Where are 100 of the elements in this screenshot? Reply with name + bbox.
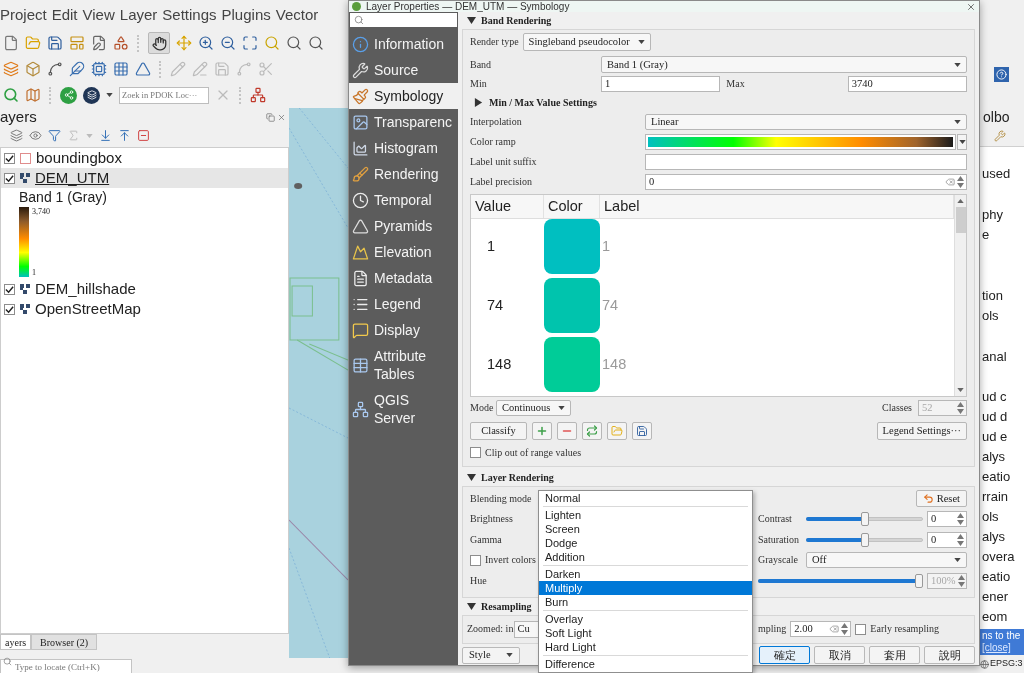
layout-icon[interactable] — [69, 35, 85, 51]
tree-item[interactable]: tion — [980, 286, 1024, 306]
tree-item[interactable]: ud d — [980, 407, 1024, 427]
box-icon[interactable] — [25, 61, 41, 77]
close-icon[interactable] — [966, 1, 976, 12]
menu-item[interactable]: Settings — [162, 3, 217, 27]
new-file-icon[interactable] — [3, 35, 19, 51]
spin-arrows-icon[interactable] — [841, 623, 849, 635]
map-icon[interactable] — [25, 87, 41, 103]
scrollbar-thumb[interactable] — [955, 207, 966, 233]
sidebar-item[interactable]: Temporal — [349, 187, 458, 213]
color-swatch-icon[interactable] — [544, 219, 600, 274]
crs-label[interactable]: EPSG:3 — [990, 657, 1023, 671]
magnifier-icon[interactable] — [308, 35, 324, 51]
menu-item[interactable]: Vector — [275, 3, 319, 27]
sidebar-item[interactable]: Transparenc — [349, 109, 458, 135]
tree-item[interactable]: eom — [980, 607, 1024, 627]
close-icon[interactable] — [277, 112, 286, 122]
list-option[interactable]: Soft Light — [539, 626, 752, 640]
column-header[interactable]: Color — [544, 195, 600, 218]
checkbox[interactable] — [4, 283, 15, 295]
tree-item[interactable]: e — [980, 225, 1024, 245]
remove-class-button[interactable] — [557, 422, 577, 440]
layers-icon[interactable] — [83, 86, 100, 104]
color-swatch-icon[interactable] — [544, 278, 600, 333]
menu-item[interactable]: View — [82, 3, 115, 27]
feather-icon[interactable] — [69, 61, 85, 77]
max-field[interactable]: 3740 — [847, 76, 967, 92]
tree-item[interactable]: rrain — [980, 487, 1024, 507]
checkbox[interactable] — [4, 303, 15, 315]
vertex-line-icon[interactable] — [47, 61, 63, 77]
scroll-up-icon[interactable] — [957, 199, 964, 203]
globe-icon[interactable] — [980, 659, 989, 669]
list-option[interactable]: Difference — [539, 657, 752, 671]
color-swatch-icon[interactable] — [544, 337, 600, 392]
document-pen-icon[interactable] — [91, 35, 107, 51]
tree-item[interactable]: overa — [980, 547, 1024, 567]
disclosure-triangle-icon[interactable] — [474, 97, 483, 107]
list-option[interactable]: Overlay — [539, 612, 752, 626]
repeat-icon[interactable] — [586, 425, 598, 437]
expand-icon[interactable] — [242, 35, 258, 51]
sidebar-item[interactable]: Source — [349, 57, 458, 83]
magnifier-icon[interactable] — [3, 87, 19, 103]
sidebar-item[interactable]: Histogram — [349, 135, 458, 161]
section-title[interactable]: Resampling — [481, 599, 532, 614]
undo-icon[interactable] — [922, 493, 934, 504]
oversampling-spinbox[interactable]: 2.00 — [790, 621, 852, 637]
ramp-menu-button[interactable] — [957, 134, 967, 150]
strength-slider[interactable] — [758, 573, 923, 588]
contrast-slider[interactable] — [806, 512, 923, 526]
style-button[interactable]: Style — [462, 646, 520, 664]
tree-item[interactable]: eatio — [980, 467, 1024, 487]
save-icon[interactable] — [636, 425, 648, 437]
disclosure-triangle-icon[interactable] — [467, 16, 476, 25]
folder-icon[interactable] — [25, 35, 41, 51]
panel-tab[interactable]: Browser (2) — [31, 634, 98, 650]
sidebar-item[interactable]: QGIS Server — [349, 387, 458, 431]
checkbox[interactable] — [4, 152, 15, 164]
disclosure-triangle-icon[interactable] — [467, 473, 476, 482]
spin-arrows-icon[interactable] — [957, 533, 964, 546]
sidebar-item[interactable]: Attribute Tables — [349, 343, 458, 387]
zoom-in-icon[interactable] — [198, 35, 214, 51]
list-option[interactable]: Multiply — [539, 581, 752, 595]
contrast-spinbox[interactable]: 0 — [927, 511, 967, 527]
wrench-icon[interactable] — [994, 130, 1006, 142]
layer-row[interactable]: DEM_hillshade — [1, 279, 288, 299]
checkbox[interactable] — [855, 623, 867, 635]
dialog-button[interactable]: 取消 — [814, 646, 865, 664]
sidebar-search-field[interactable] — [350, 13, 457, 27]
spin-arrows-icon[interactable] — [957, 176, 964, 188]
band-dropdown[interactable]: Band 1 (Gray) — [601, 56, 967, 73]
suffix-field[interactable] — [645, 154, 967, 170]
list-option[interactable]: Dodge — [539, 536, 752, 550]
grayscale-dropdown[interactable]: Off — [806, 552, 967, 568]
slider-thumb[interactable] — [860, 512, 869, 526]
scrollbar[interactable] — [954, 195, 966, 396]
section-title[interactable]: Min / Max Value Settings — [489, 94, 597, 110]
menu-item[interactable]: Edit — [51, 3, 78, 27]
sidebar-item[interactable]: Information — [349, 31, 458, 57]
eye-icon[interactable] — [29, 129, 42, 142]
arrow-down-icon[interactable] — [99, 129, 112, 142]
checkbox[interactable] — [470, 554, 481, 566]
tree-item[interactable]: anal — [980, 347, 1024, 367]
dialog-button[interactable]: 確定 — [759, 646, 810, 664]
share-icon[interactable] — [60, 86, 77, 104]
hand-icon[interactable] — [148, 32, 170, 54]
tree-item[interactable]: ud c — [980, 387, 1024, 407]
clear-icon[interactable] — [945, 177, 955, 187]
list-option[interactable]: Normal — [539, 491, 752, 505]
dialog-button[interactable]: 套用 — [869, 646, 920, 664]
list-option[interactable]: Addition — [539, 550, 752, 564]
locator-search-field[interactable]: Zoek in PDOK Loc··· — [119, 86, 209, 104]
menu-item[interactable]: Layer — [119, 3, 158, 27]
chip-icon[interactable] — [91, 61, 107, 77]
tree-item[interactable]: alys — [980, 527, 1024, 547]
saturation-slider[interactable] — [806, 532, 923, 547]
grid-icon[interactable] — [113, 61, 129, 77]
column-header[interactable]: Value — [471, 195, 544, 218]
plus-icon[interactable] — [536, 425, 548, 437]
tree-item[interactable]: ols — [980, 507, 1024, 527]
